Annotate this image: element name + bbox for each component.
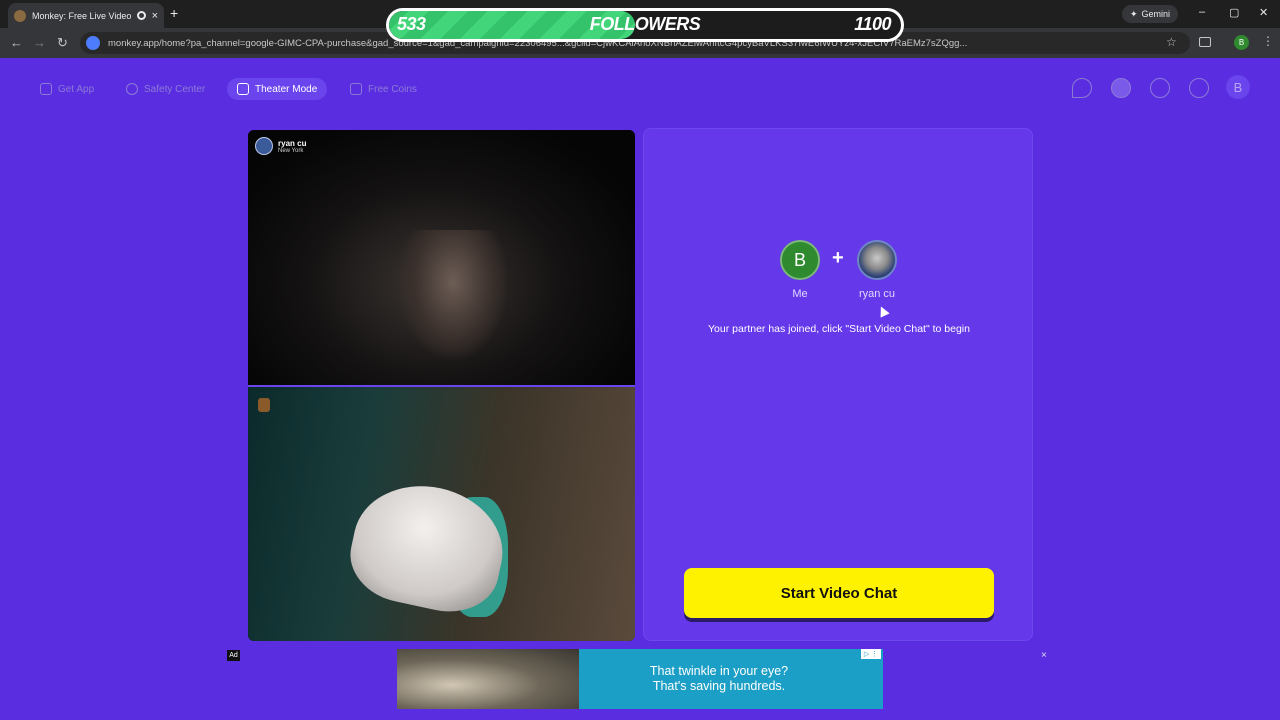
nav-get-app[interactable]: Get App xyxy=(30,78,104,100)
nav-theater-mode[interactable]: Theater Mode xyxy=(227,78,328,100)
followers-goal-bar: 533 FOLLOWERS 1100 xyxy=(386,8,904,42)
history-icon[interactable] xyxy=(1150,78,1170,98)
partner-info-chip[interactable]: ryan cu New York xyxy=(255,137,306,155)
browser-menu-icon[interactable]: ⋮ xyxy=(1262,34,1274,48)
gemini-label: Gemini xyxy=(1141,9,1171,19)
reload-icon[interactable]: ↻ xyxy=(57,35,68,51)
phone-icon xyxy=(40,83,52,95)
minimize-button[interactable]: – xyxy=(1199,6,1205,18)
ad-photo xyxy=(397,649,579,709)
new-tab-button[interactable]: + xyxy=(170,5,178,21)
browser-tab[interactable]: Monkey: Free Live Video Ch × xyxy=(8,3,164,28)
ad-badge: Ad xyxy=(227,650,240,661)
back-arrow-icon[interactable]: ← xyxy=(10,35,23,50)
partner-video: ryan cu New York xyxy=(248,130,635,385)
maximize-button[interactable]: ▢ xyxy=(1229,6,1239,19)
friends-icon[interactable] xyxy=(1111,78,1131,98)
bookmark-star-icon[interactable]: ☆ xyxy=(1166,35,1177,49)
tab-close-button[interactable]: × xyxy=(152,10,158,22)
partner-figure xyxy=(398,230,508,360)
recording-icon xyxy=(136,11,146,20)
ad-line-2: That's saving hundreds. xyxy=(652,679,786,693)
self-avatar-icon xyxy=(258,398,270,412)
nav-get-app-label: Get App xyxy=(58,83,95,95)
partner-avatar xyxy=(857,240,897,280)
nav-free-coins[interactable]: Free Coins xyxy=(340,78,427,100)
monkey-favicon-icon xyxy=(14,9,26,22)
match-panel: B + Me ryan cu Your partner has joined, … xyxy=(643,128,1033,641)
my-label: Me xyxy=(792,288,808,300)
nav-theater-mode-label: Theater Mode xyxy=(255,83,318,95)
video-column: ryan cu New York xyxy=(248,130,635,641)
partner-name: ryan cu xyxy=(278,138,307,148)
user-avatar[interactable]: B xyxy=(1226,75,1250,99)
coins-icon xyxy=(350,83,362,95)
nav-safety-center[interactable]: Safety Center xyxy=(116,78,215,100)
ad-banner[interactable]: That twinkle in your eye? That's saving … xyxy=(397,649,883,709)
browser-profile-avatar[interactable]: B xyxy=(1234,35,1249,50)
tab-title: Monkey: Free Live Video Ch xyxy=(32,10,131,21)
app-nav: Get App Safety Center Theater Mode Free … xyxy=(0,58,1280,118)
site-info-icon[interactable] xyxy=(86,36,100,50)
extensions-icon[interactable] xyxy=(1199,37,1211,47)
ad-text: That twinkle in your eye? That's saving … xyxy=(579,664,859,694)
partner-avatar-icon xyxy=(255,137,273,155)
ad-info-icon[interactable]: ▷ ⋮ xyxy=(861,649,881,659)
my-avatar: B xyxy=(780,240,820,280)
expand-icon xyxy=(237,83,249,95)
followers-goal: 1100 xyxy=(854,14,891,34)
status-message: Your partner has joined, click "Start Vi… xyxy=(708,323,970,335)
nav-safety-center-label: Safety Center xyxy=(144,83,206,95)
search-icon[interactable] xyxy=(1072,78,1092,98)
chat-icon[interactable] xyxy=(1189,78,1209,98)
window-close-button[interactable]: ✕ xyxy=(1259,6,1268,19)
shield-icon xyxy=(126,83,138,95)
mouse-cursor-icon xyxy=(876,304,890,318)
followers-label: FOLLOWERS xyxy=(589,14,701,34)
start-video-chat-button[interactable]: Start Video Chat xyxy=(684,568,994,618)
partner-label: ryan cu xyxy=(858,288,896,300)
sparkle-icon: ✦ xyxy=(1130,8,1138,19)
partner-location: New York xyxy=(278,147,304,154)
nav-free-coins-label: Free Coins xyxy=(368,83,417,95)
ad-line-1: That twinkle in your eye? xyxy=(649,664,789,678)
self-video xyxy=(248,387,635,641)
ad-close-button[interactable]: × xyxy=(1041,650,1047,661)
gemini-button[interactable]: ✦ Gemini xyxy=(1122,5,1179,23)
plus-icon: + xyxy=(832,247,844,269)
forward-arrow-icon[interactable]: → xyxy=(33,35,46,50)
